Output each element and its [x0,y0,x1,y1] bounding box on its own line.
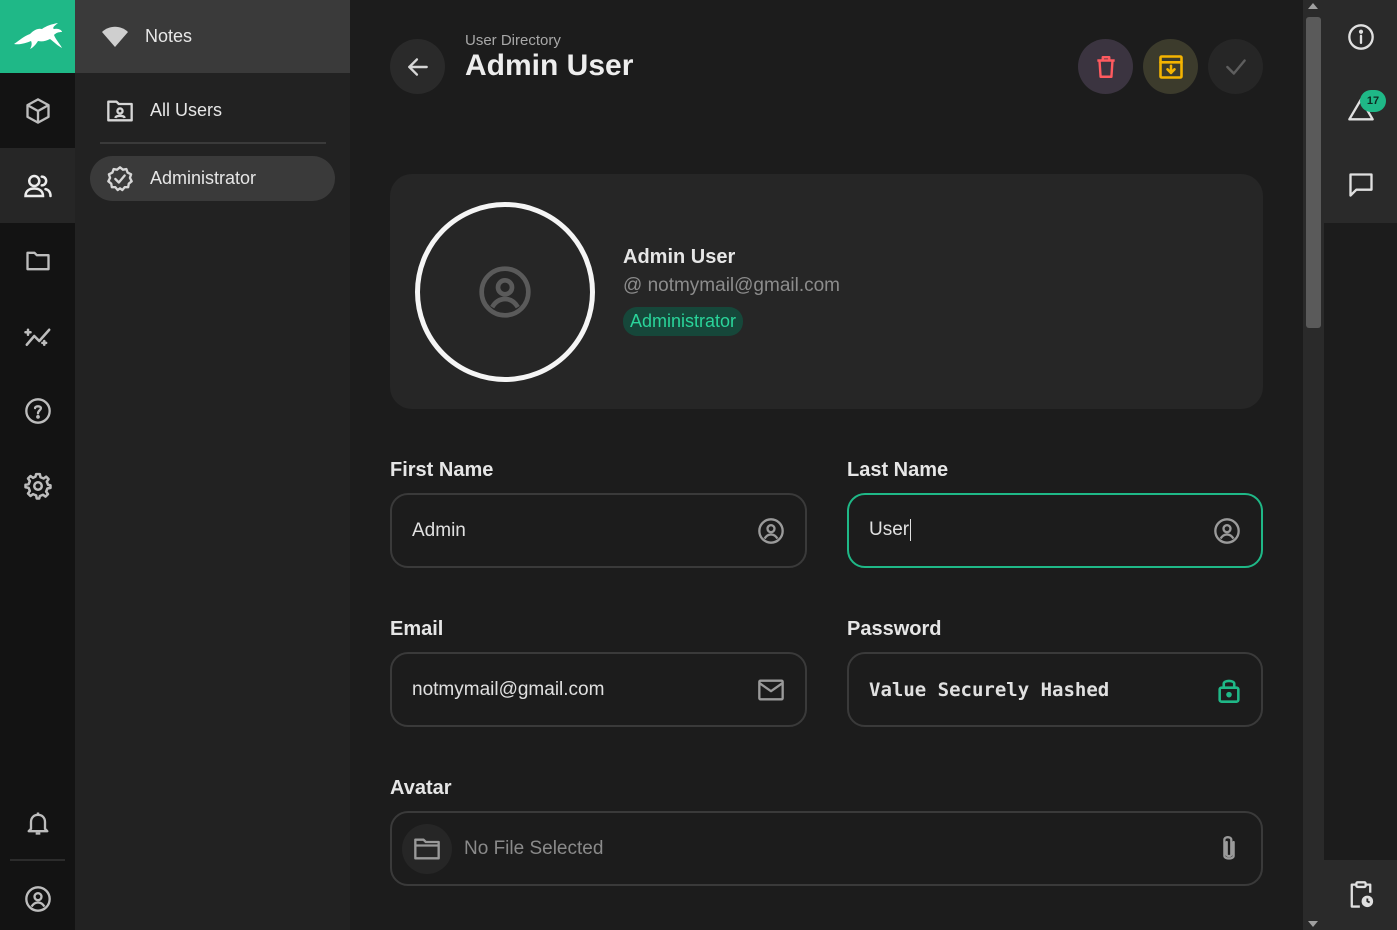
password-label: Password [847,618,942,640]
user-placeholder-icon [479,266,531,318]
scrollbar-thumb[interactable] [1306,17,1321,328]
arrow-left-icon [407,57,428,76]
nav-header[interactable]: Notes [75,0,350,73]
scroll-up-arrow[interactable] [1308,3,1318,9]
password-value: Value Securely Hashed [869,678,1110,701]
rail-users-button[interactable] [0,148,75,223]
rail-account-button[interactable] [0,861,75,930]
notification-count-badge: 17 [1360,90,1386,112]
app-logo[interactable] [0,0,75,73]
verified-badge-icon [90,165,150,193]
revisions-button[interactable] [1324,860,1397,930]
help-icon [24,397,51,424]
profile-name: Admin User [623,246,736,268]
rail-insights-button[interactable] [0,298,75,373]
last-name-label: Last Name [847,459,949,481]
rail-notifications-button[interactable] [0,785,75,860]
user-circle-icon [1213,517,1241,545]
avatar [415,202,595,382]
gear-icon [23,472,52,500]
cube-icon [25,97,50,124]
comment-icon [1348,172,1373,197]
back-button[interactable] [390,39,445,94]
bell-icon [27,812,48,835]
avatar-placeholder: No File Selected [464,837,604,859]
nav-item-label: All Users [150,100,223,120]
email-value[interactable]: notmymail@gmail.com [412,679,757,701]
user-circle-icon [24,885,51,912]
nav-item-administrator[interactable]: Administrator [90,156,335,201]
rail-content-button[interactable] [0,73,75,148]
wifi-icon [75,25,155,49]
clipboard-clock-icon [1350,881,1373,908]
nav-item-all-users[interactable]: All Users [90,88,335,133]
profile-email: @ notmymail@gmail.com [623,275,841,296]
user-circle-icon [757,517,785,545]
insights-icon [23,328,50,346]
delete-button[interactable] [1078,39,1133,94]
rail-help-button[interactable] [0,373,75,448]
last-name-field[interactable]: User [847,493,1263,568]
folder-icon [25,251,50,270]
paperclip-icon[interactable] [1217,834,1241,864]
folder-icon [414,838,440,859]
browse-files-button[interactable] [402,823,452,874]
module-rail [0,0,75,930]
mail-icon [757,678,785,702]
email-label: Email [390,618,444,640]
trash-icon [1096,55,1115,78]
nav-divider [100,142,326,144]
info-icon [1347,23,1374,50]
navigation-pane: Notes All Users Administrator [75,0,350,930]
first-name-value[interactable]: Admin [412,520,757,542]
main-scrollbar[interactable] [1303,0,1324,930]
last-name-input[interactable]: User [869,519,1213,542]
nav-item-label: Administrator [150,168,257,188]
avatar-file-field[interactable]: No File Selected [390,811,1263,886]
archive-icon [1158,54,1183,79]
first-name-label: First Name [390,459,494,481]
save-button[interactable] [1208,39,1263,94]
right-rail: 17 [1324,0,1397,930]
role-badge: Administrator [623,307,744,336]
users-icon [23,174,52,197]
email-field[interactable]: notmymail@gmail.com [390,652,807,727]
gazelle-logo-icon [13,22,62,49]
last-name-value: User [869,519,910,541]
rail-files-button[interactable] [0,223,75,298]
info-button[interactable] [1324,0,1397,73]
warnings-button[interactable] [1324,73,1397,146]
page-title: Admin User [465,49,634,82]
rail-settings-button[interactable] [0,448,75,523]
check-icon [1225,58,1246,75]
avatar-label: Avatar [390,777,452,799]
app-window: Notes All Users Administrator User Direc… [0,0,1397,930]
password-field[interactable]: Value Securely Hashed [847,652,1263,727]
archive-button[interactable] [1143,39,1198,94]
lock-icon [1217,676,1241,704]
user-folder-icon [90,98,150,124]
comments-button[interactable] [1324,148,1397,221]
main-content: User Directory Admin User Admin User @ n… [350,0,1303,930]
scroll-down-arrow[interactable] [1308,921,1318,927]
text-caret [910,519,912,542]
nav-header-label: Notes [145,26,193,46]
breadcrumb[interactable]: User Directory [465,32,561,49]
first-name-field[interactable]: Admin [390,493,807,568]
profile-card: Admin User @ notmymail@gmail.com Adminis… [390,174,1263,409]
